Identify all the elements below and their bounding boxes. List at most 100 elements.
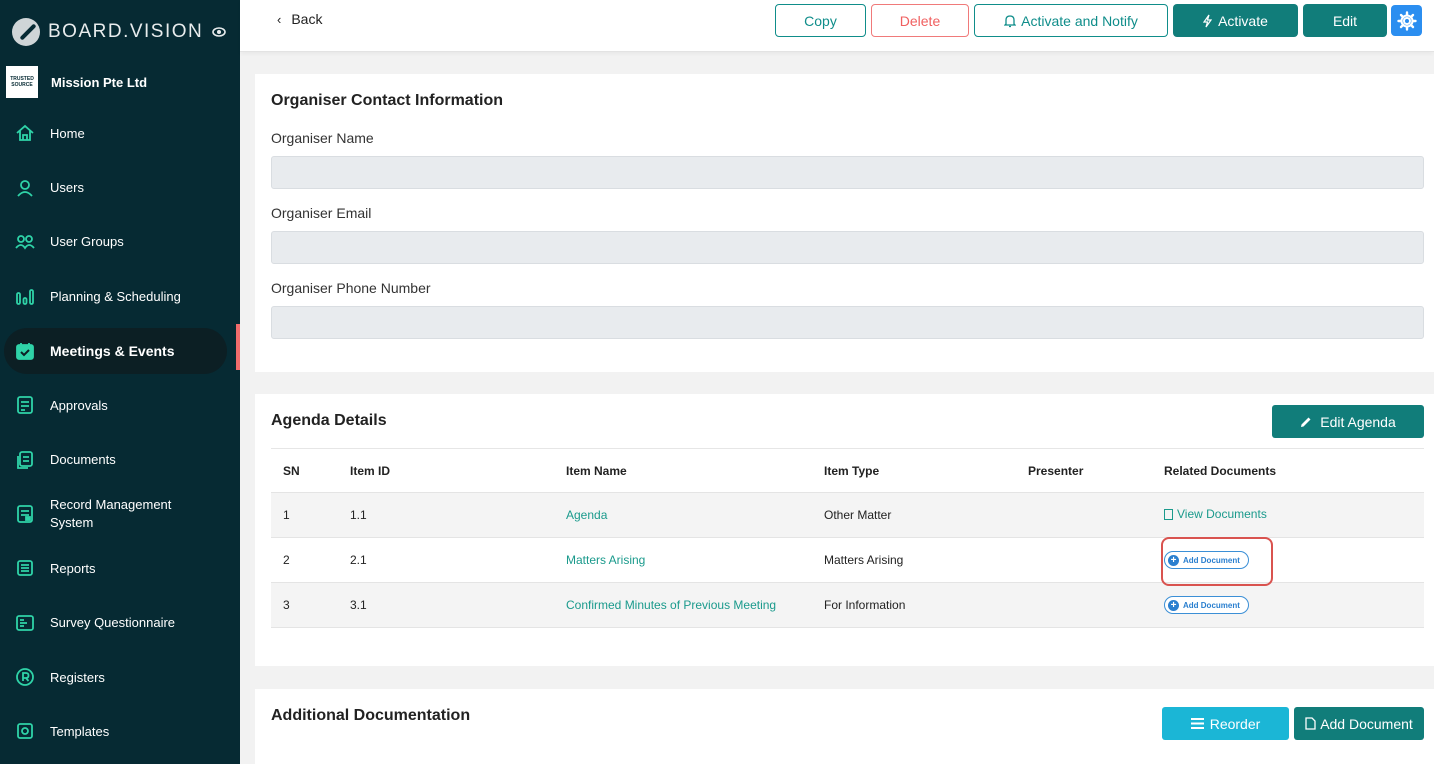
edit-agenda-button[interactable]: Edit Agenda (1272, 405, 1424, 438)
cell-sn: 3 (271, 582, 338, 628)
cell-presenter (1016, 582, 1152, 628)
organiser-email-label: Organiser Email (271, 205, 372, 221)
organiser-name-field[interactable] (271, 156, 1424, 189)
list-icon (1190, 718, 1204, 729)
sidebar-item-label: Approvals (50, 397, 108, 413)
sidebar: BOARD.VISION TRUSTED SOURCE Mission Pte … (0, 0, 240, 764)
bars-icon (14, 285, 36, 307)
sidebar-item-label: Home (50, 125, 85, 141)
item-name-link[interactable]: Matters Arising (554, 537, 812, 583)
cell-item-type: For Information (812, 582, 1016, 628)
view-documents-label: View Documents (1177, 507, 1267, 522)
add-document-label: Add Document (1320, 715, 1413, 732)
approval-icon (14, 394, 36, 416)
agenda-details-card: Agenda Details Edit Agenda SN Item ID It… (255, 394, 1434, 666)
column-header[interactable]: SN (271, 448, 338, 493)
sidebar-item-reports[interactable]: Reports (0, 541, 240, 595)
sidebar-item-user-groups[interactable]: User Groups (0, 215, 240, 269)
document-icon (1305, 717, 1316, 730)
highlight-annotation (1161, 537, 1273, 586)
activate-button[interactable]: Activate (1173, 4, 1298, 37)
sidebar-item-label: Meetings & Events (50, 342, 175, 359)
cell-item-type: Matters Arising (812, 537, 1016, 583)
cell-sn: 1 (271, 492, 338, 538)
home-icon (14, 122, 36, 144)
calendar-icon (14, 340, 36, 362)
sidebar-item-record-management[interactable]: Record Management System (0, 487, 240, 541)
back-label: Back (291, 11, 323, 27)
view-documents-link[interactable]: View Documents (1164, 507, 1267, 521)
top-toolbar: ‹ Back Copy Delete Activate and Notify Ac… (240, 0, 1434, 52)
column-header[interactable]: Related Documents (1152, 448, 1424, 493)
organiser-phone-field[interactable] (271, 306, 1424, 339)
sidebar-item-label: Reports (50, 560, 96, 576)
table-row: 1 1.1 Agenda Other Matter View Documents (271, 492, 1424, 538)
add-document-button[interactable]: Add Document (1294, 707, 1424, 740)
cell-item-type: Other Matter (812, 492, 1016, 538)
cell-presenter (1016, 492, 1152, 538)
organiser-phone-label: Organiser Phone Number (271, 280, 431, 296)
sidebar-item-templates[interactable]: Templates (0, 704, 240, 758)
eye-icon[interactable] (212, 24, 226, 40)
sidebar-item-registers[interactable]: Registers (0, 650, 240, 704)
survey-icon (14, 612, 36, 634)
cell-sn: 2 (271, 537, 338, 583)
back-button[interactable]: ‹ Back (277, 11, 322, 27)
activate-and-notify-button[interactable]: Activate and Notify (974, 4, 1168, 37)
org-name: Mission Pte Ltd (51, 74, 148, 90)
sidebar-item-home[interactable]: Home (0, 106, 240, 160)
document-icon (1164, 508, 1173, 520)
sidebar-item-label: Templates (50, 723, 110, 739)
cell-item-id: 3.1 (338, 582, 554, 628)
plus-circle-icon: + (1168, 599, 1179, 611)
bolt-icon (1203, 14, 1213, 28)
pencil-icon (1300, 416, 1312, 428)
sidebar-item-label: User Groups (50, 234, 124, 250)
additional-documentation-card: Additional Documentation Reorder Add Doc… (255, 689, 1434, 764)
sidebar-item-survey-questionnaire[interactable]: Survey Questionnaire (0, 596, 240, 650)
cell-related-documents: + Add Document (1152, 582, 1424, 628)
edit-button[interactable]: Edit (1303, 4, 1387, 37)
org-logo: TRUSTED SOURCE (6, 66, 38, 98)
sidebar-item-label: Survey Questionnaire (50, 615, 176, 631)
add-document-label: Add Document (1183, 600, 1240, 610)
organiser-name-label: Organiser Name (271, 130, 374, 146)
item-name-link[interactable]: Confirmed Minutes of Previous Meeting (554, 582, 812, 628)
sidebar-item-meetings-events[interactable]: Meetings & Events (0, 323, 240, 378)
organiser-email-field[interactable] (271, 231, 1424, 264)
section-title: Additional Documentation (271, 707, 471, 724)
add-document-button[interactable]: + Add Document (1164, 596, 1249, 614)
brand-name: BOARD.VISION (48, 21, 204, 42)
sidebar-item-approvals[interactable]: Approvals (0, 378, 240, 432)
sidebar-item-users[interactable]: Users (0, 160, 240, 214)
sidebar-item-planning-scheduling[interactable]: Planning & Scheduling (0, 269, 240, 323)
reorder-button[interactable]: Reorder (1162, 707, 1289, 740)
gear-icon[interactable] (1391, 5, 1422, 36)
cell-item-id: 1.1 (338, 492, 554, 538)
column-header[interactable]: Item ID (338, 448, 554, 493)
section-title: Agenda Details (271, 412, 387, 429)
sidebar-item-label: Planning & Scheduling (50, 288, 181, 304)
sidebar-item-label: Documents (50, 452, 116, 468)
sidebar-item-label: Record Management System (50, 496, 172, 530)
column-header[interactable]: Presenter (1016, 448, 1152, 493)
record-icon (14, 503, 36, 525)
cell-related-documents: View Documents (1152, 492, 1424, 538)
reports-icon (14, 557, 36, 579)
user-group-icon (14, 231, 36, 253)
reorder-label: Reorder (1209, 715, 1261, 732)
sidebar-item-label: Registers (50, 669, 105, 685)
column-header[interactable]: Item Name (554, 448, 812, 493)
organization-switcher[interactable]: TRUSTED SOURCE Mission Pte Ltd (0, 64, 240, 100)
edit-agenda-label: Edit Agenda (1320, 413, 1396, 430)
sidebar-item-documents[interactable]: Documents (0, 432, 240, 486)
organiser-contact-card: Organiser Contact Information Organiser … (255, 74, 1434, 372)
item-name-link[interactable]: Agenda (554, 492, 812, 538)
copy-button[interactable]: Copy (775, 4, 866, 37)
column-header[interactable]: Item Type (812, 448, 1016, 493)
brand[interactable]: BOARD.VISION (0, 0, 240, 64)
board-vision-logo-icon (12, 18, 40, 46)
delete-button[interactable]: Delete (871, 4, 969, 37)
registers-icon (14, 666, 36, 688)
sidebar-item-label: Users (50, 180, 84, 196)
